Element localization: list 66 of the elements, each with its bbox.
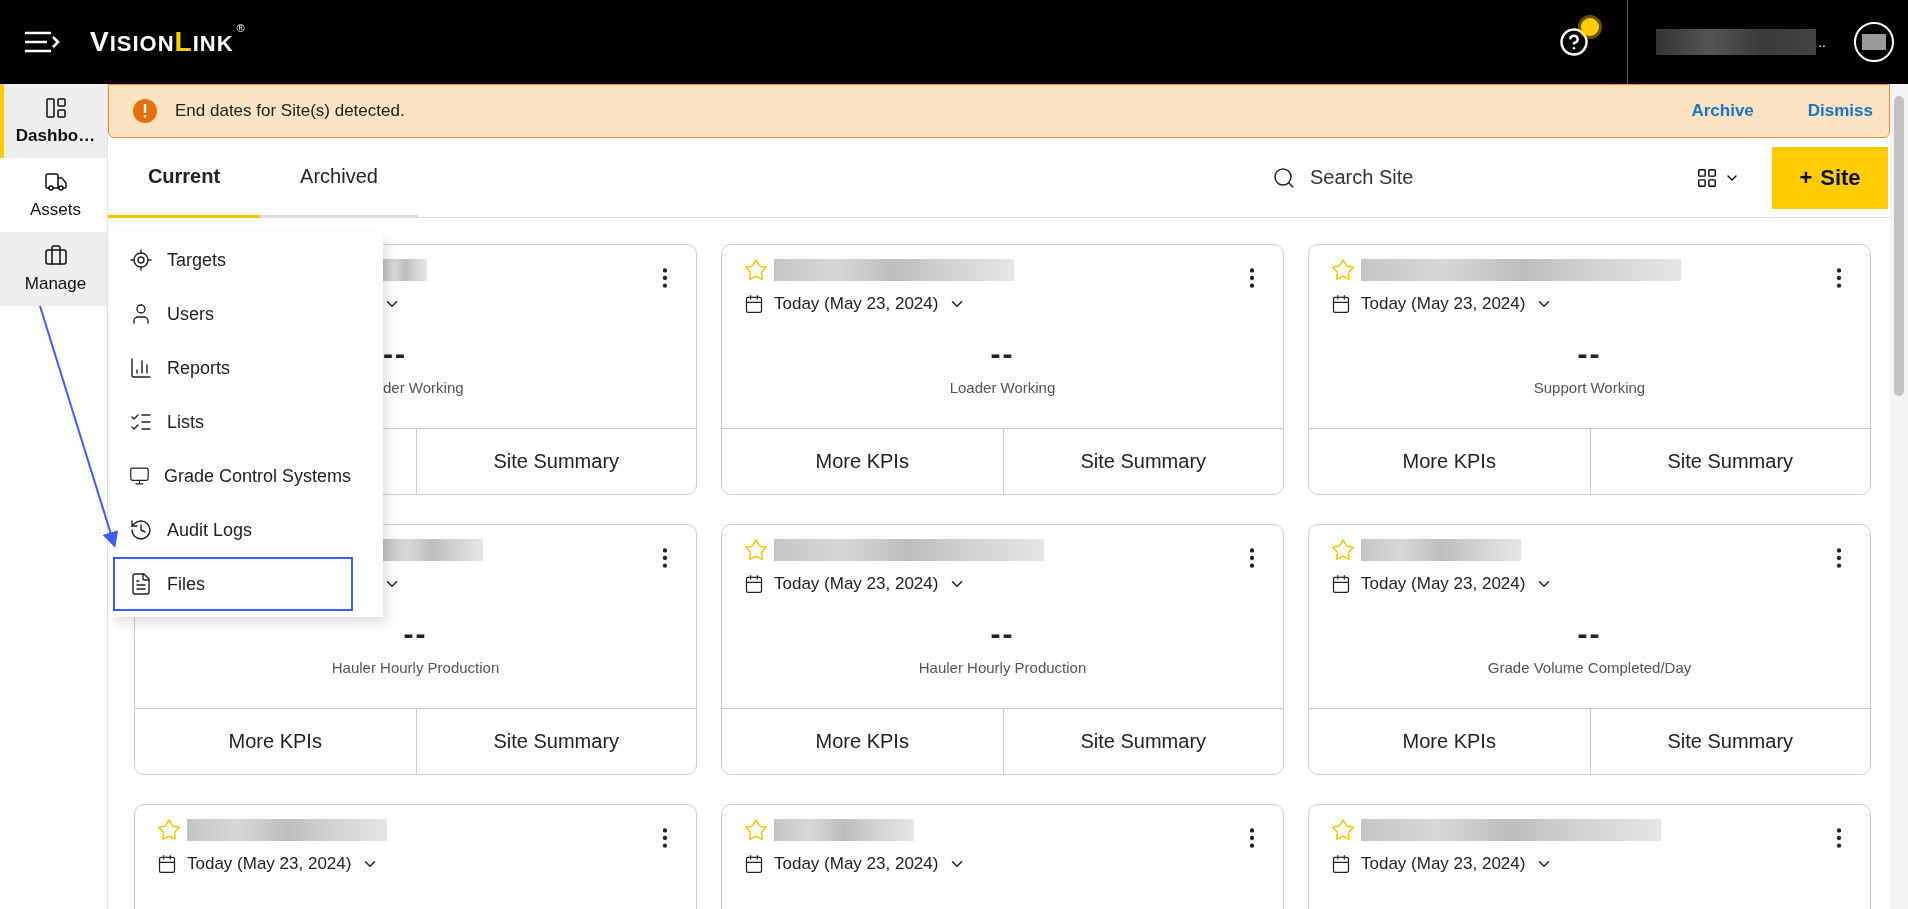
date-label: Today (May 23, 2024) xyxy=(774,294,939,314)
card-action-button[interactable]: More KPIs xyxy=(722,429,1003,494)
kpi-value: -- xyxy=(403,617,428,651)
sidebar-item[interactable]: Manage xyxy=(0,232,107,306)
tab[interactable]: Current xyxy=(108,137,260,218)
calendar-icon xyxy=(744,854,764,874)
truck-icon xyxy=(43,170,68,194)
card-action-button[interactable]: Site Summary xyxy=(1002,429,1283,494)
card-action-button[interactable]: Site Summary xyxy=(415,709,696,774)
card-action-button[interactable]: More KPIs xyxy=(1309,709,1590,774)
panels-icon xyxy=(43,96,68,120)
kpi-label: Support Working xyxy=(1533,379,1646,396)
kpi-label: Hauler Hourly Production xyxy=(918,659,1087,676)
sidebar-item[interactable]: Dashbo… xyxy=(0,84,107,158)
star-icon[interactable] xyxy=(1331,818,1355,842)
kpi-value: -- xyxy=(1577,617,1602,651)
card-action-button[interactable]: Site Summary xyxy=(1002,709,1283,774)
calendar-icon xyxy=(157,854,177,874)
date-label: Today (May 23, 2024) xyxy=(1361,854,1526,874)
kpi-value: -- xyxy=(990,617,1015,651)
card-action-button[interactable]: Site Summary xyxy=(1589,429,1870,494)
scrollbar[interactable] xyxy=(1890,84,1908,909)
star-icon[interactable] xyxy=(744,538,768,562)
calendar-icon xyxy=(1331,294,1351,314)
menu-item[interactable]: Files xyxy=(113,557,353,611)
add-site-button[interactable]: + Site xyxy=(1772,146,1888,209)
card-action-button[interactable]: Site Summary xyxy=(1589,709,1870,774)
search-icon xyxy=(1272,165,1296,190)
kpi-label: Loader Working xyxy=(949,379,1056,396)
date-label: Today (May 23, 2024) xyxy=(774,854,939,874)
card-action-button[interactable]: More KPIs xyxy=(1309,429,1590,494)
kpi-value: -- xyxy=(383,337,407,371)
card-action-button[interactable]: More KPIs xyxy=(135,709,416,774)
date-label: Today (May 23, 2024) xyxy=(187,854,352,874)
banner-message: End dates for Site(s) detected. xyxy=(175,101,406,121)
card-action-button[interactable]: Site Summary xyxy=(415,429,696,494)
calendar-icon xyxy=(1331,574,1351,594)
star-icon[interactable] xyxy=(1331,258,1355,282)
kpi-label: Grade Volume Completed/Day xyxy=(1487,659,1692,676)
banner-link[interactable]: Archive xyxy=(1691,101,1754,121)
date-label: Today (May 23, 2024) xyxy=(774,574,939,594)
calendar-icon xyxy=(1331,854,1351,874)
star-icon[interactable] xyxy=(1331,538,1355,562)
date-label: Today (May 23, 2024) xyxy=(1361,294,1526,314)
star-icon[interactable] xyxy=(744,258,768,282)
kpi-label: der Working xyxy=(383,379,464,396)
date-label: Today (May 23, 2024) xyxy=(1361,574,1526,594)
tab[interactable]: Archived xyxy=(260,137,418,218)
warning-icon xyxy=(133,99,157,123)
card-action-button[interactable]: More KPIs xyxy=(722,709,1003,774)
avatar[interactable] xyxy=(1854,22,1894,62)
kpi-value: -- xyxy=(1577,337,1602,371)
grid-icon xyxy=(1696,166,1718,189)
kpi-value: -- xyxy=(990,337,1015,371)
menu-icon[interactable] xyxy=(24,31,60,53)
redacted-site-name xyxy=(383,259,427,281)
kpi-label: Hauler Hourly Production xyxy=(331,659,500,676)
calendar-icon xyxy=(744,294,764,314)
calendar-icon xyxy=(744,574,764,594)
help-icon[interactable] xyxy=(1559,27,1590,57)
files-icon xyxy=(129,572,153,596)
briefcase-icon xyxy=(43,244,68,268)
star-icon[interactable] xyxy=(157,818,181,842)
user-name-ellipsis: .. xyxy=(1818,34,1826,50)
star-icon[interactable] xyxy=(744,818,768,842)
banner-link[interactable]: Dismiss xyxy=(1807,101,1873,121)
